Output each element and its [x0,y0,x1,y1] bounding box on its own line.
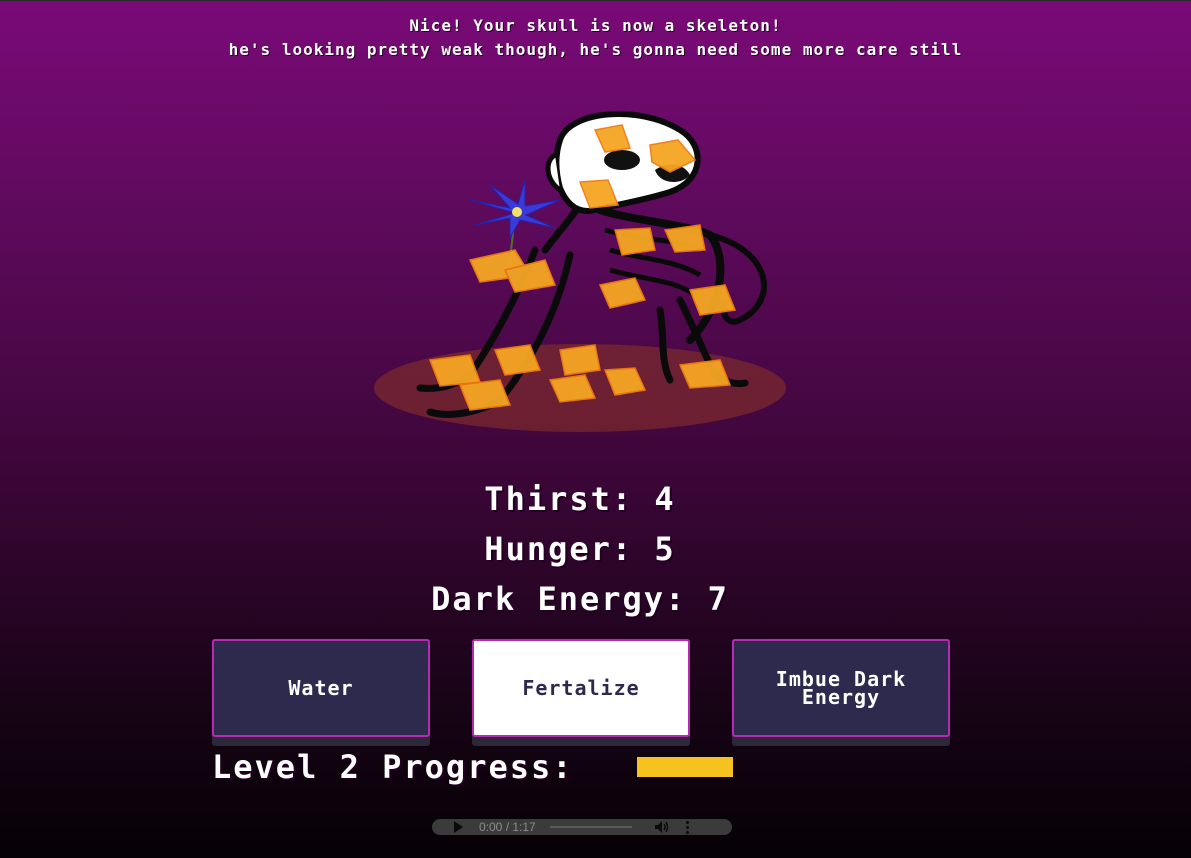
audio-seek-bar[interactable] [549,826,632,828]
audio-time: 0:00 / 1:17 [479,820,536,834]
play-icon[interactable] [454,821,463,833]
imbue-dark-energy-button[interactable]: Imbue Dark Energy [732,639,950,737]
audio-player[interactable]: 0:00 / 1:17 [432,819,732,835]
level-progress-label: Level 2 Progress: [212,748,574,786]
dark-energy-stat: Dark Energy: 7 [431,580,729,618]
skeleton-pet-image [374,111,786,432]
fertilize-button[interactable]: Fertalize [472,639,690,737]
status-message-line2: he's looking pretty weak though, he's go… [228,40,963,59]
more-options-icon[interactable] [685,820,690,834]
status-message-line1: Nice! Your skull is now a skeleton! [409,16,782,35]
thirst-stat: Thirst: 4 [484,480,676,518]
water-button[interactable]: Water [212,639,430,737]
hunger-stat: Hunger: 5 [484,530,676,568]
volume-icon[interactable] [654,820,670,834]
level-progress-fill [637,757,733,777]
level-progress-bar [637,757,733,777]
top-border [0,0,1191,1]
